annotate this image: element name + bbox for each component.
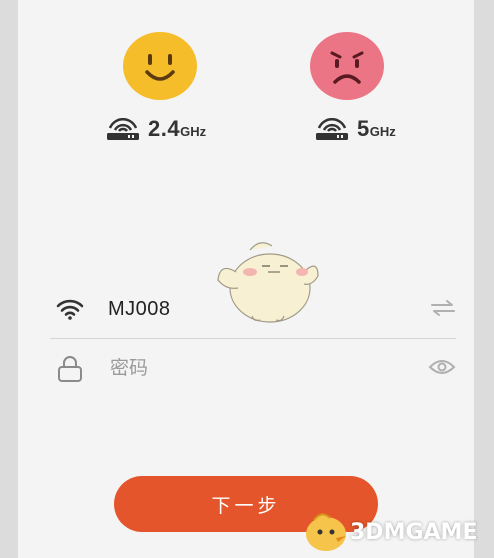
band-frequency: 2.4 bbox=[148, 116, 181, 141]
password-input[interactable] bbox=[108, 357, 372, 381]
watermark-logo-icon bbox=[306, 513, 346, 551]
router-icon bbox=[315, 118, 349, 140]
lock-icon bbox=[50, 355, 90, 383]
ssid-name: MJ008 bbox=[108, 297, 171, 320]
band-unit: GHz bbox=[369, 124, 396, 139]
password-row bbox=[50, 340, 456, 398]
happy-face-icon bbox=[123, 32, 197, 100]
band-frequency: 5 bbox=[357, 116, 370, 141]
router-icon bbox=[106, 118, 140, 140]
band-unit: GHz bbox=[180, 124, 207, 139]
ssid-row[interactable]: MJ008 bbox=[50, 280, 456, 339]
band-option-2-4ghz[interactable]: 2.4GHz bbox=[106, 32, 246, 152]
switch-network-icon[interactable] bbox=[430, 297, 456, 324]
wifi-setup-screen: 2.4GHz 5GHz MJ008 下一步 bbox=[18, 0, 474, 558]
wifi-icon bbox=[50, 298, 90, 320]
sad-face-icon bbox=[310, 32, 384, 100]
eye-icon[interactable] bbox=[428, 357, 456, 382]
watermark: 3DMGAME bbox=[300, 510, 477, 554]
band-label-2-4ghz: 2.4GHz bbox=[106, 116, 206, 142]
band-label-5ghz: 5GHz bbox=[315, 116, 396, 142]
watermark-text: 3DMGAME bbox=[350, 519, 478, 545]
band-option-5ghz[interactable]: 5GHz bbox=[293, 32, 433, 152]
